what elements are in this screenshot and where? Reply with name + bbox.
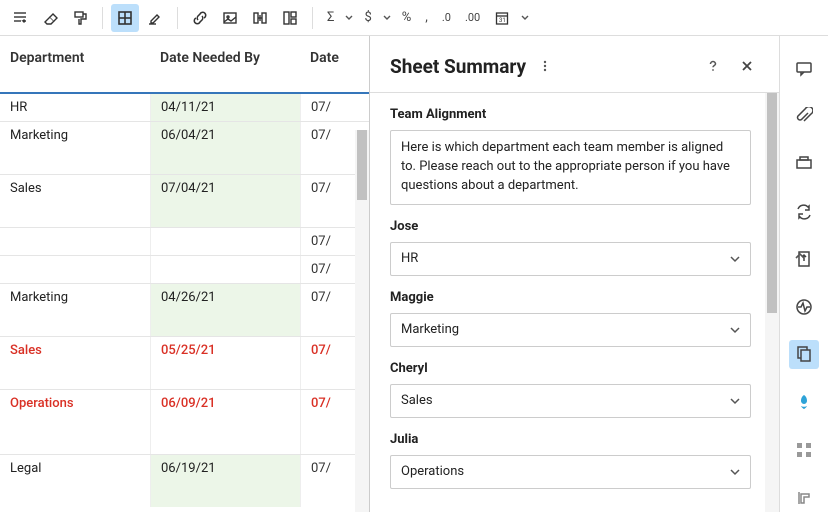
cell-department[interactable]: Legal [0, 455, 150, 507]
currency-button[interactable]: $ [358, 4, 377, 32]
person-department-select[interactable]: HR [390, 242, 751, 276]
format-painter-button[interactable] [66, 4, 94, 32]
cell-date-needed[interactable]: 04/26/21 [150, 284, 300, 336]
chevron-down-icon [730, 396, 740, 406]
person-label: Julia [390, 432, 751, 447]
grid-header-row: Department Date Needed By Date [0, 36, 369, 94]
sheet-summary-panel: Sheet Summary Team Alignment Here is whi… [370, 36, 780, 512]
person-department-select[interactable]: Sales [390, 384, 751, 418]
date-format-dropdown[interactable] [518, 4, 532, 32]
table-row[interactable]: Sales07/04/2107/ [0, 174, 369, 227]
select-value: HR [401, 251, 418, 266]
spreadsheet-grid[interactable]: Department Date Needed By Date HR04/11/2… [0, 36, 370, 512]
table-row[interactable]: Marketing04/26/2107/ [0, 283, 369, 336]
apps-icon[interactable] [789, 435, 819, 465]
table-row[interactable]: HR04/11/2107/ [0, 94, 369, 121]
help-button[interactable] [701, 54, 725, 78]
collapse-toolbar-button[interactable] [786, 242, 814, 270]
svg-text:31: 31 [499, 17, 506, 24]
currency-dropdown[interactable] [380, 4, 394, 32]
chevron-down-icon [730, 254, 740, 264]
team-alignment-text[interactable]: Here is which department each team membe… [390, 130, 751, 205]
format-icon[interactable] [789, 482, 819, 512]
grid-scrollbar[interactable] [355, 130, 369, 512]
sigma-button[interactable]: Σ [321, 4, 340, 32]
toolbar-separator [312, 7, 313, 29]
column-header-department[interactable]: Department [0, 36, 150, 92]
right-rail [780, 36, 828, 512]
decrease-decimal-button[interactable]: .0 [436, 4, 457, 32]
cell-department[interactable]: Marketing [0, 122, 150, 174]
person-department-select[interactable]: Marketing [390, 313, 751, 347]
cell-date-needed[interactable]: 06/19/21 [150, 455, 300, 507]
cell-department[interactable]: Sales [0, 175, 150, 227]
toolbar-separator [102, 7, 103, 29]
comments-icon[interactable] [789, 54, 819, 84]
panel-scrollbar[interactable] [765, 93, 779, 512]
cell-date-needed[interactable] [150, 256, 300, 283]
column-header-date-needed[interactable]: Date Needed By [150, 36, 300, 92]
cell-department[interactable]: Sales [0, 337, 150, 389]
table-row[interactable]: Sales05/25/2107/ [0, 336, 369, 389]
sigma-dropdown[interactable] [342, 4, 356, 32]
proofs-icon[interactable] [789, 149, 819, 179]
person-label: Jose [390, 219, 751, 234]
date-format-button[interactable]: 31 [488, 4, 516, 32]
cell-department[interactable]: Marketing [0, 284, 150, 336]
brandfolder-icon[interactable] [789, 387, 819, 417]
table-row[interactable]: Operations06/09/2107/ [0, 389, 369, 454]
cell-department[interactable]: Operations [0, 390, 150, 454]
chevron-down-icon [730, 467, 740, 477]
team-alignment-label: Team Alignment [390, 107, 751, 122]
panel-title: Sheet Summary [390, 55, 526, 78]
insert-row-button[interactable] [246, 4, 274, 32]
cell-date-needed[interactable]: 06/04/21 [150, 122, 300, 174]
cell-date-needed[interactable] [150, 228, 300, 255]
increase-decimal-button[interactable]: .00 [459, 4, 486, 32]
attachments-icon[interactable] [789, 102, 819, 132]
borders-button[interactable] [111, 4, 139, 32]
cell-date-needed[interactable]: 05/25/21 [150, 337, 300, 389]
panel-menu-button[interactable] [538, 59, 552, 73]
select-value: Marketing [401, 322, 459, 337]
chevron-down-icon [730, 325, 740, 335]
thousands-button[interactable]: , [419, 4, 434, 32]
person-label: Cheryl [390, 361, 751, 376]
toolbar: Σ $ % , .0 .00 31 [0, 0, 828, 36]
table-row[interactable]: Marketing06/04/2107/ [0, 121, 369, 174]
person-department-select[interactable]: Operations [390, 455, 751, 489]
eraser-button[interactable] [36, 4, 64, 32]
table-row[interactable]: 07/ [0, 227, 369, 255]
percent-button[interactable]: % [396, 4, 418, 32]
select-value: Operations [401, 464, 464, 479]
cell-date-needed[interactable]: 06/09/21 [150, 390, 300, 454]
sheet-summary-icon[interactable] [789, 340, 819, 370]
cell-department[interactable]: HR [0, 94, 150, 121]
highlight-button[interactable] [141, 4, 169, 32]
cell-date-needed[interactable]: 04/11/21 [150, 94, 300, 121]
person-label: Maggie [390, 290, 751, 305]
insert-column-button[interactable] [276, 4, 304, 32]
table-row[interactable]: 07/ [0, 255, 369, 283]
close-panel-button[interactable] [735, 54, 759, 78]
cell-date[interactable]: 07/ [300, 94, 369, 121]
refresh-icon[interactable] [789, 197, 819, 227]
wrap-text-button[interactable] [6, 4, 34, 32]
table-row[interactable]: Legal06/19/2107/ [0, 454, 369, 507]
toolbar-separator [177, 7, 178, 29]
column-header-date[interactable]: Date [300, 36, 369, 92]
cell-department[interactable] [0, 228, 150, 255]
select-value: Sales [401, 393, 433, 408]
activity-icon[interactable] [789, 292, 819, 322]
cell-date-needed[interactable]: 07/04/21 [150, 175, 300, 227]
cell-department[interactable] [0, 256, 150, 283]
link-button[interactable] [186, 4, 214, 32]
image-button[interactable] [216, 4, 244, 32]
